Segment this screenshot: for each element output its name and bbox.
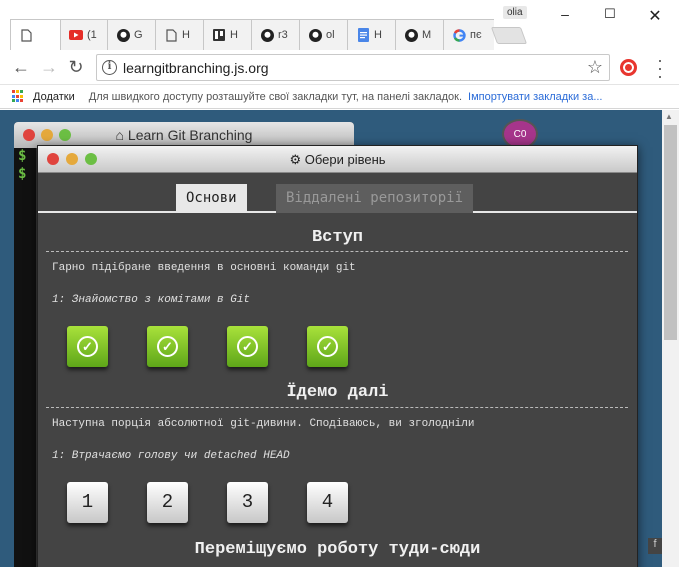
- level-button-intro-4[interactable]: ✓: [307, 326, 348, 367]
- prompt-symbol: $: [18, 166, 27, 182]
- level-select-dialog: ⚙ Обери рівень Основи Віддалені репозито…: [37, 145, 638, 567]
- tab-label: (1: [87, 29, 97, 41]
- import-bookmarks-link[interactable]: Імпортувати закладки за...: [468, 91, 602, 103]
- level-name: 1: Знайомство з комітами в Git: [52, 294, 251, 306]
- docs-icon: [356, 28, 370, 42]
- tab-github-m[interactable]: M: [395, 19, 446, 50]
- tab-label: H: [374, 29, 382, 41]
- level-name: 1: Втрачаємо голову чи detached HEAD: [52, 450, 290, 462]
- gear-icon: ⚙: [289, 152, 302, 167]
- google-icon: [452, 28, 466, 42]
- trello-icon: [212, 28, 226, 42]
- tab-github-ol[interactable]: ol: [299, 19, 350, 50]
- tab-google-docs[interactable]: H: [347, 19, 398, 50]
- page-content: ⌂ Learn Git Branching $ $ C0 ⚙ Обери рів…: [0, 110, 662, 567]
- level-button-ramping-4[interactable]: 4: [307, 482, 348, 523]
- tab-label: пє: [470, 29, 482, 41]
- tab-label: G: [134, 29, 143, 41]
- new-tab-button[interactable]: [490, 27, 528, 44]
- bookmarks-bar: Додатки Для швидкого доступу розташуйте …: [0, 85, 679, 109]
- prompt-symbol: $: [18, 148, 27, 164]
- section-divider: [46, 251, 628, 252]
- section-title-intro: Вступ: [311, 228, 363, 247]
- dialog-titlebar: ⚙ Обери рівень: [38, 146, 637, 173]
- section-title-ramping-up: Їдемо далі: [286, 383, 389, 402]
- level-button-ramping-1[interactable]: 1: [67, 482, 108, 523]
- home-icon: ⌂: [115, 127, 125, 143]
- browser-toolbar: ← → ↻ i learngitbranching.js.org ☆ · · ·: [0, 50, 679, 85]
- close-icon[interactable]: ✕: [645, 6, 665, 26]
- document-icon: [19, 28, 33, 42]
- check-icon: ✓: [317, 336, 338, 357]
- level-button-ramping-3[interactable]: 3: [227, 482, 268, 523]
- tab-trello[interactable]: H: [203, 19, 254, 50]
- section-title-moving-work: Переміщуємо роботу туди-сюди: [194, 540, 481, 559]
- level-button-ramping-2[interactable]: 2: [147, 482, 188, 523]
- terminal-title: ⌂ Learn Git Branching: [115, 127, 253, 143]
- github-icon: [260, 28, 274, 42]
- bookmarks-hint: Для швидкого доступу розташуйте свої зак…: [88, 90, 463, 103]
- tab-learngitbranching[interactable]: [10, 19, 60, 50]
- level-button-intro-3[interactable]: ✓: [227, 326, 268, 367]
- apps-link[interactable]: Додатки: [33, 91, 75, 103]
- terminal-gutter: $ $: [14, 148, 36, 567]
- tab-google-search[interactable]: пє: [443, 19, 494, 50]
- level-tabs: Основи Віддалені репозиторії: [38, 182, 637, 213]
- youtube-icon: [69, 28, 83, 42]
- minimize-icon[interactable]: –: [555, 6, 575, 22]
- check-icon: ✓: [237, 336, 258, 357]
- apps-grid-icon[interactable]: [12, 90, 25, 103]
- page-scrollbar[interactable]: ▲: [662, 110, 679, 567]
- tab-github-r3[interactable]: r3: [251, 19, 302, 50]
- scroll-thumb[interactable]: [664, 125, 677, 340]
- level-button-intro-2[interactable]: ✓: [147, 326, 188, 367]
- back-arrow-icon[interactable]: ←: [9, 56, 33, 80]
- tab-github-g[interactable]: G: [107, 19, 158, 50]
- github-icon: [308, 28, 322, 42]
- section-divider: [46, 407, 628, 408]
- scroll-up-arrow-icon[interactable]: ▲: [665, 112, 673, 121]
- github-icon: [116, 28, 130, 42]
- check-icon: ✓: [77, 336, 98, 357]
- profile-badge[interactable]: olia: [503, 6, 527, 19]
- document-icon: [164, 28, 178, 42]
- facebook-icon[interactable]: f: [648, 538, 662, 554]
- level-button-intro-1[interactable]: ✓: [67, 326, 108, 367]
- tab-label: M: [422, 29, 432, 41]
- menu-dots-icon[interactable]: · · ·: [652, 51, 668, 85]
- bookmark-star-icon[interactable]: ☆: [587, 57, 603, 78]
- check-icon: ✓: [157, 336, 178, 357]
- url-text[interactable]: learngitbranching.js.org: [123, 60, 269, 76]
- dialog-title: ⚙ Обери рівень: [289, 152, 386, 167]
- tab-label: ol: [326, 29, 335, 41]
- forward-arrow-icon[interactable]: →: [37, 56, 61, 80]
- tab-document-h[interactable]: H: [155, 19, 206, 50]
- maximize-icon[interactable]: ☐: [600, 6, 620, 22]
- tab-youtube[interactable]: (1: [60, 19, 111, 50]
- tab-remote-repos[interactable]: Віддалені репозиторії: [276, 184, 474, 213]
- tab-label: H: [230, 29, 238, 41]
- address-bar[interactable]: i learngitbranching.js.org ☆: [96, 54, 610, 81]
- section-description: Гарно підібране введення в основні коман…: [52, 262, 356, 274]
- info-icon[interactable]: i: [102, 60, 117, 75]
- tab-label: H: [182, 29, 190, 41]
- tab-basics[interactable]: Основи: [176, 184, 247, 213]
- tab-label: r3: [278, 29, 288, 41]
- tab-strip: (1 G H H r3 ol H M пє olia – ☐ ✕: [0, 0, 679, 50]
- github-icon: [404, 28, 418, 42]
- section-description: Наступна порція абсолютної git-дивини. С…: [52, 418, 475, 430]
- reload-icon[interactable]: ↻: [64, 56, 88, 80]
- extension-target-icon[interactable]: [620, 59, 637, 76]
